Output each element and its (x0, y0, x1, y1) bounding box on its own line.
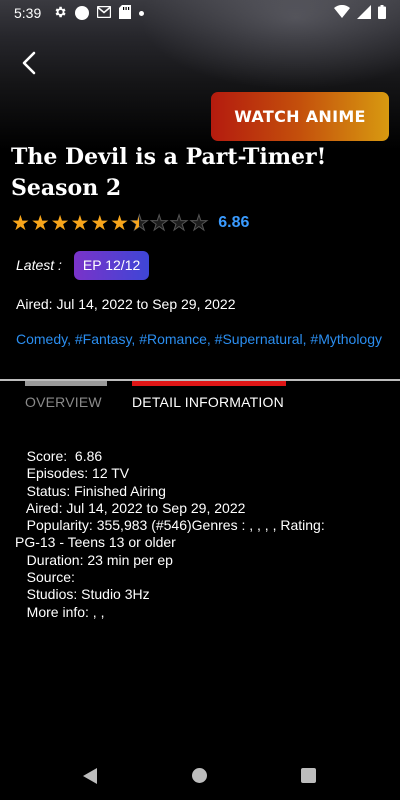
star-icon: ★ (50, 211, 70, 235)
star-empty-icon: ★ (169, 211, 189, 235)
nav-back-icon[interactable] (83, 768, 97, 789)
nav-home-icon[interactable] (192, 768, 207, 783)
detail-status: Status: Finished Airing (15, 482, 166, 499)
star-icon: ★ (90, 211, 110, 235)
tab-indicator-detail (132, 381, 286, 386)
settings-icon (53, 5, 67, 21)
latest-label: Latest : (16, 257, 62, 273)
star-empty-icon: ★ (149, 211, 169, 235)
gmail-icon (97, 5, 112, 20)
tab-indicator-overview (25, 381, 107, 386)
dot-icon (139, 10, 145, 16)
wifi-icon (334, 4, 350, 21)
star-half-icon: ★ (129, 212, 149, 234)
back-button[interactable] (14, 48, 44, 78)
detail-information-panel: Score: 6.86 Episodes: 12 TV Status: Fini… (15, 448, 375, 621)
sd-card-icon (119, 5, 132, 21)
battery-icon (378, 4, 386, 22)
tab-detail-information[interactable]: DETAIL INFORMATION (132, 394, 284, 410)
signal-icon (357, 4, 371, 22)
detail-rating: PG-13 - Teens 13 or older (15, 534, 176, 551)
detail-popularity: Popularity: 355,983 (#546)Genres : , , ,… (15, 517, 325, 534)
detail-episodes: Episodes: 12 TV (15, 465, 130, 482)
star-icon: ★ (30, 211, 50, 235)
status-time: 5:39 (14, 5, 42, 21)
detail-source: Source: (15, 569, 75, 586)
detail-duration: Duration: 23 min per ep (15, 551, 173, 568)
star-empty-icon: ★ (189, 211, 209, 235)
rating-value: 6.86 (218, 214, 250, 231)
star-icon: ★ (11, 211, 30, 235)
status-bar: 5:39 (0, 0, 400, 26)
nav-recents-icon[interactable] (301, 768, 316, 783)
star-icon: ★ (70, 211, 90, 235)
detail-studios: Studios: Studio 3Hz (15, 586, 150, 603)
latest-episode-badge[interactable]: EP 12/12 (73, 250, 150, 280)
anime-title: The Devil is a Part-Timer! Season 2 (11, 144, 327, 201)
system-nav-bar (0, 752, 400, 800)
latest-row: Latest : EP 12/12 (16, 250, 150, 280)
detail-aired: Aired: Jul 14, 2022 to Sep 29, 2022 (15, 499, 246, 516)
rating-row: ★ ★ ★ ★ ★ ★ ★ ★ ★ ★ 6.86 (11, 210, 249, 236)
detail-more-info: More info: , , (15, 603, 105, 620)
tab-overview[interactable]: OVERVIEW (25, 394, 102, 410)
circle-icon (75, 6, 90, 20)
aired-dates: Aired: Jul 14, 2022 to Sep 29, 2022 (16, 296, 236, 312)
back-chevron-icon (22, 51, 36, 75)
detail-score: Score: 6.86 (15, 448, 103, 464)
star-icon: ★ (110, 211, 129, 235)
star-rating: ★ ★ ★ ★ ★ ★ ★ ★ ★ ★ (11, 211, 209, 235)
genre-links[interactable]: Comedy, #Fantasy, #Romance, #Supernatura… (16, 331, 384, 347)
watch-anime-button[interactable]: WATCH ANIME (211, 92, 389, 141)
